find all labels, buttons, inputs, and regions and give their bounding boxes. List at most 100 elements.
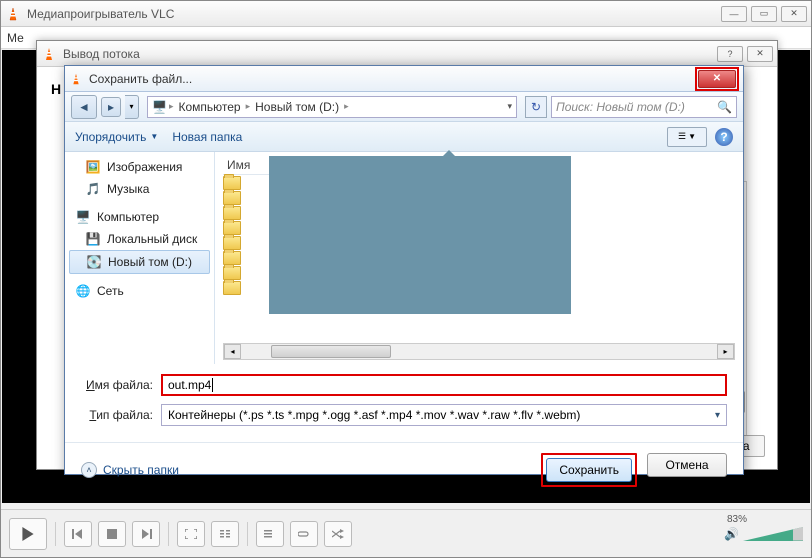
- folder-icon: [223, 176, 241, 190]
- computer-icon: 🖥️: [152, 100, 167, 114]
- search-placeholder: Поиск: Новый том (D:): [556, 100, 685, 114]
- close-button[interactable]: ✕: [781, 6, 807, 22]
- file-list-area[interactable]: Имя ◂ ▸: [215, 152, 743, 364]
- disk-icon: 💽: [86, 254, 102, 270]
- breadcrumb-drive[interactable]: Новый том (D:): [252, 100, 342, 114]
- new-folder-button[interactable]: Новая папка: [172, 130, 242, 144]
- separator: [247, 522, 248, 546]
- scroll-right[interactable]: ▸: [717, 344, 734, 359]
- fields: Имя файла: out.mp4 Тип файла: Контейнеры…: [65, 364, 743, 442]
- nav-back-button[interactable]: ◄: [71, 95, 97, 119]
- folder-icon: [223, 191, 241, 205]
- stream-titlebar: Вывод потока ? ✕: [37, 41, 777, 67]
- sidebar-item-new-volume[interactable]: 💽Новый том (D:): [69, 250, 210, 274]
- filename-input[interactable]: out.mp4: [161, 374, 727, 396]
- dialog-footer: ˄ Скрыть папки Сохранить Отмена: [65, 442, 743, 497]
- breadcrumb-computer[interactable]: Компьютер: [175, 100, 243, 114]
- pictures-icon: 🖼️: [85, 159, 101, 175]
- vlc-cone-icon: [41, 46, 57, 62]
- chevron-up-icon: ˄: [81, 462, 97, 478]
- volume-percent: 83%: [727, 514, 747, 525]
- filetype-select[interactable]: Контейнеры (*.ps *.ts *.mpg *.ogg *.asf …: [161, 404, 727, 426]
- sidebar-item-local-disk[interactable]: 💾Локальный диск: [65, 228, 214, 250]
- folder-icon: [223, 281, 241, 295]
- speaker-icon[interactable]: 🔊: [724, 527, 739, 541]
- column-name[interactable]: Имя: [223, 156, 271, 175]
- cancel-button[interactable]: Отмена: [647, 453, 727, 477]
- separator: [55, 522, 56, 546]
- scroll-left[interactable]: ◂: [224, 344, 241, 359]
- save-button[interactable]: Сохранить: [546, 458, 632, 482]
- organize-menu[interactable]: Упорядочить ▼: [75, 130, 158, 144]
- save-titlebar: Сохранить файл... ✕: [65, 66, 743, 92]
- menu-fragment[interactable]: Ме: [7, 31, 24, 45]
- separator: [168, 522, 169, 546]
- list-item[interactable]: [223, 266, 241, 280]
- list-item[interactable]: [223, 236, 241, 250]
- search-icon: 🔍: [717, 100, 732, 114]
- save-file-dialog: Сохранить файл... ✕ ◄ ▸ ▾ 🖥️ ▸ Компьютер…: [64, 65, 744, 475]
- hide-folders-toggle[interactable]: ˄ Скрыть папки: [81, 462, 179, 478]
- nav-history-dropdown[interactable]: ▾: [125, 95, 139, 119]
- list-item[interactable]: [223, 221, 241, 235]
- vlc-controls: 83% 🔊: [1, 509, 811, 557]
- stop-button[interactable]: [98, 521, 126, 547]
- save-close-button[interactable]: ✕: [698, 70, 736, 88]
- stream-title: Вывод потока: [63, 47, 717, 61]
- view-mode-button[interactable]: ☰▼: [667, 127, 707, 147]
- list-item[interactable]: [223, 206, 241, 220]
- playlist-button[interactable]: [256, 521, 284, 547]
- breadcrumb[interactable]: 🖥️ ▸ Компьютер ▸ Новый том (D:) ▸ ▾: [147, 96, 517, 118]
- folder-icon: [223, 206, 241, 220]
- sidebar-item-music[interactable]: 🎵Музыка: [65, 178, 214, 200]
- next-button[interactable]: [132, 521, 160, 547]
- settings-button[interactable]: [211, 521, 239, 547]
- sidebar: 🖼️Изображения 🎵Музыка 🖥️Компьютер 💾Локал…: [65, 152, 215, 364]
- vlc-cone-icon: [5, 6, 21, 22]
- body: 🖼️Изображения 🎵Музыка 🖥️Компьютер 💾Локал…: [65, 152, 743, 364]
- sidebar-item-pictures[interactable]: 🖼️Изображения: [65, 156, 214, 178]
- folder-icon: [223, 266, 241, 280]
- sidebar-item-computer[interactable]: 🖥️Компьютер: [65, 206, 214, 228]
- vlc-cone-icon: [69, 72, 83, 86]
- shuffle-button[interactable]: [324, 521, 352, 547]
- stream-help-button[interactable]: ?: [717, 46, 743, 62]
- save-dialog-title: Сохранить файл...: [89, 72, 695, 86]
- list-item[interactable]: [223, 176, 241, 190]
- folder-list: [223, 176, 241, 295]
- network-icon: 🌐: [75, 283, 91, 299]
- folder-icon: [223, 236, 241, 250]
- help-icon[interactable]: ?: [715, 128, 733, 146]
- list-item[interactable]: [223, 281, 241, 295]
- vlc-window-title: Медиапроигрыватель VLC: [27, 7, 721, 21]
- window-buttons: — ▭ ✕: [721, 6, 807, 22]
- folder-icon: [223, 221, 241, 235]
- minimize-button[interactable]: —: [721, 6, 747, 22]
- play-button[interactable]: [9, 518, 47, 550]
- nav-forward-button[interactable]: ▸: [101, 97, 121, 117]
- filetype-label: Тип файла:: [81, 408, 161, 422]
- vlc-titlebar: Медиапроигрыватель VLC — ▭ ✕: [1, 1, 811, 27]
- scroll-thumb[interactable]: [271, 345, 391, 358]
- refresh-button[interactable]: ↻: [525, 96, 547, 118]
- list-item[interactable]: [223, 251, 241, 265]
- horizontal-scrollbar[interactable]: ◂ ▸: [223, 343, 735, 360]
- stream-heading: Н: [51, 81, 61, 97]
- fullscreen-button[interactable]: [177, 521, 205, 547]
- list-item[interactable]: [223, 191, 241, 205]
- sidebar-item-network[interactable]: 🌐Сеть: [65, 280, 214, 302]
- computer-icon: 🖥️: [75, 209, 91, 225]
- prev-button[interactable]: [64, 521, 92, 547]
- nav-row: ◄ ▸ ▾ 🖥️ ▸ Компьютер ▸ Новый том (D:) ▸ …: [65, 92, 743, 122]
- stream-close-button[interactable]: ✕: [747, 46, 773, 62]
- disk-icon: 💾: [85, 231, 101, 247]
- maximize-button[interactable]: ▭: [751, 6, 777, 22]
- filename-label: Имя файла:: [81, 378, 161, 392]
- folder-icon: [223, 251, 241, 265]
- search-input[interactable]: Поиск: Новый том (D:) 🔍: [551, 96, 737, 118]
- toolbar: Упорядочить ▼ Новая папка ☰▼ ?: [65, 122, 743, 152]
- loop-button[interactable]: [290, 521, 318, 547]
- music-icon: 🎵: [85, 181, 101, 197]
- tooltip-overlay: [269, 156, 571, 314]
- volume-slider[interactable]: [743, 527, 803, 541]
